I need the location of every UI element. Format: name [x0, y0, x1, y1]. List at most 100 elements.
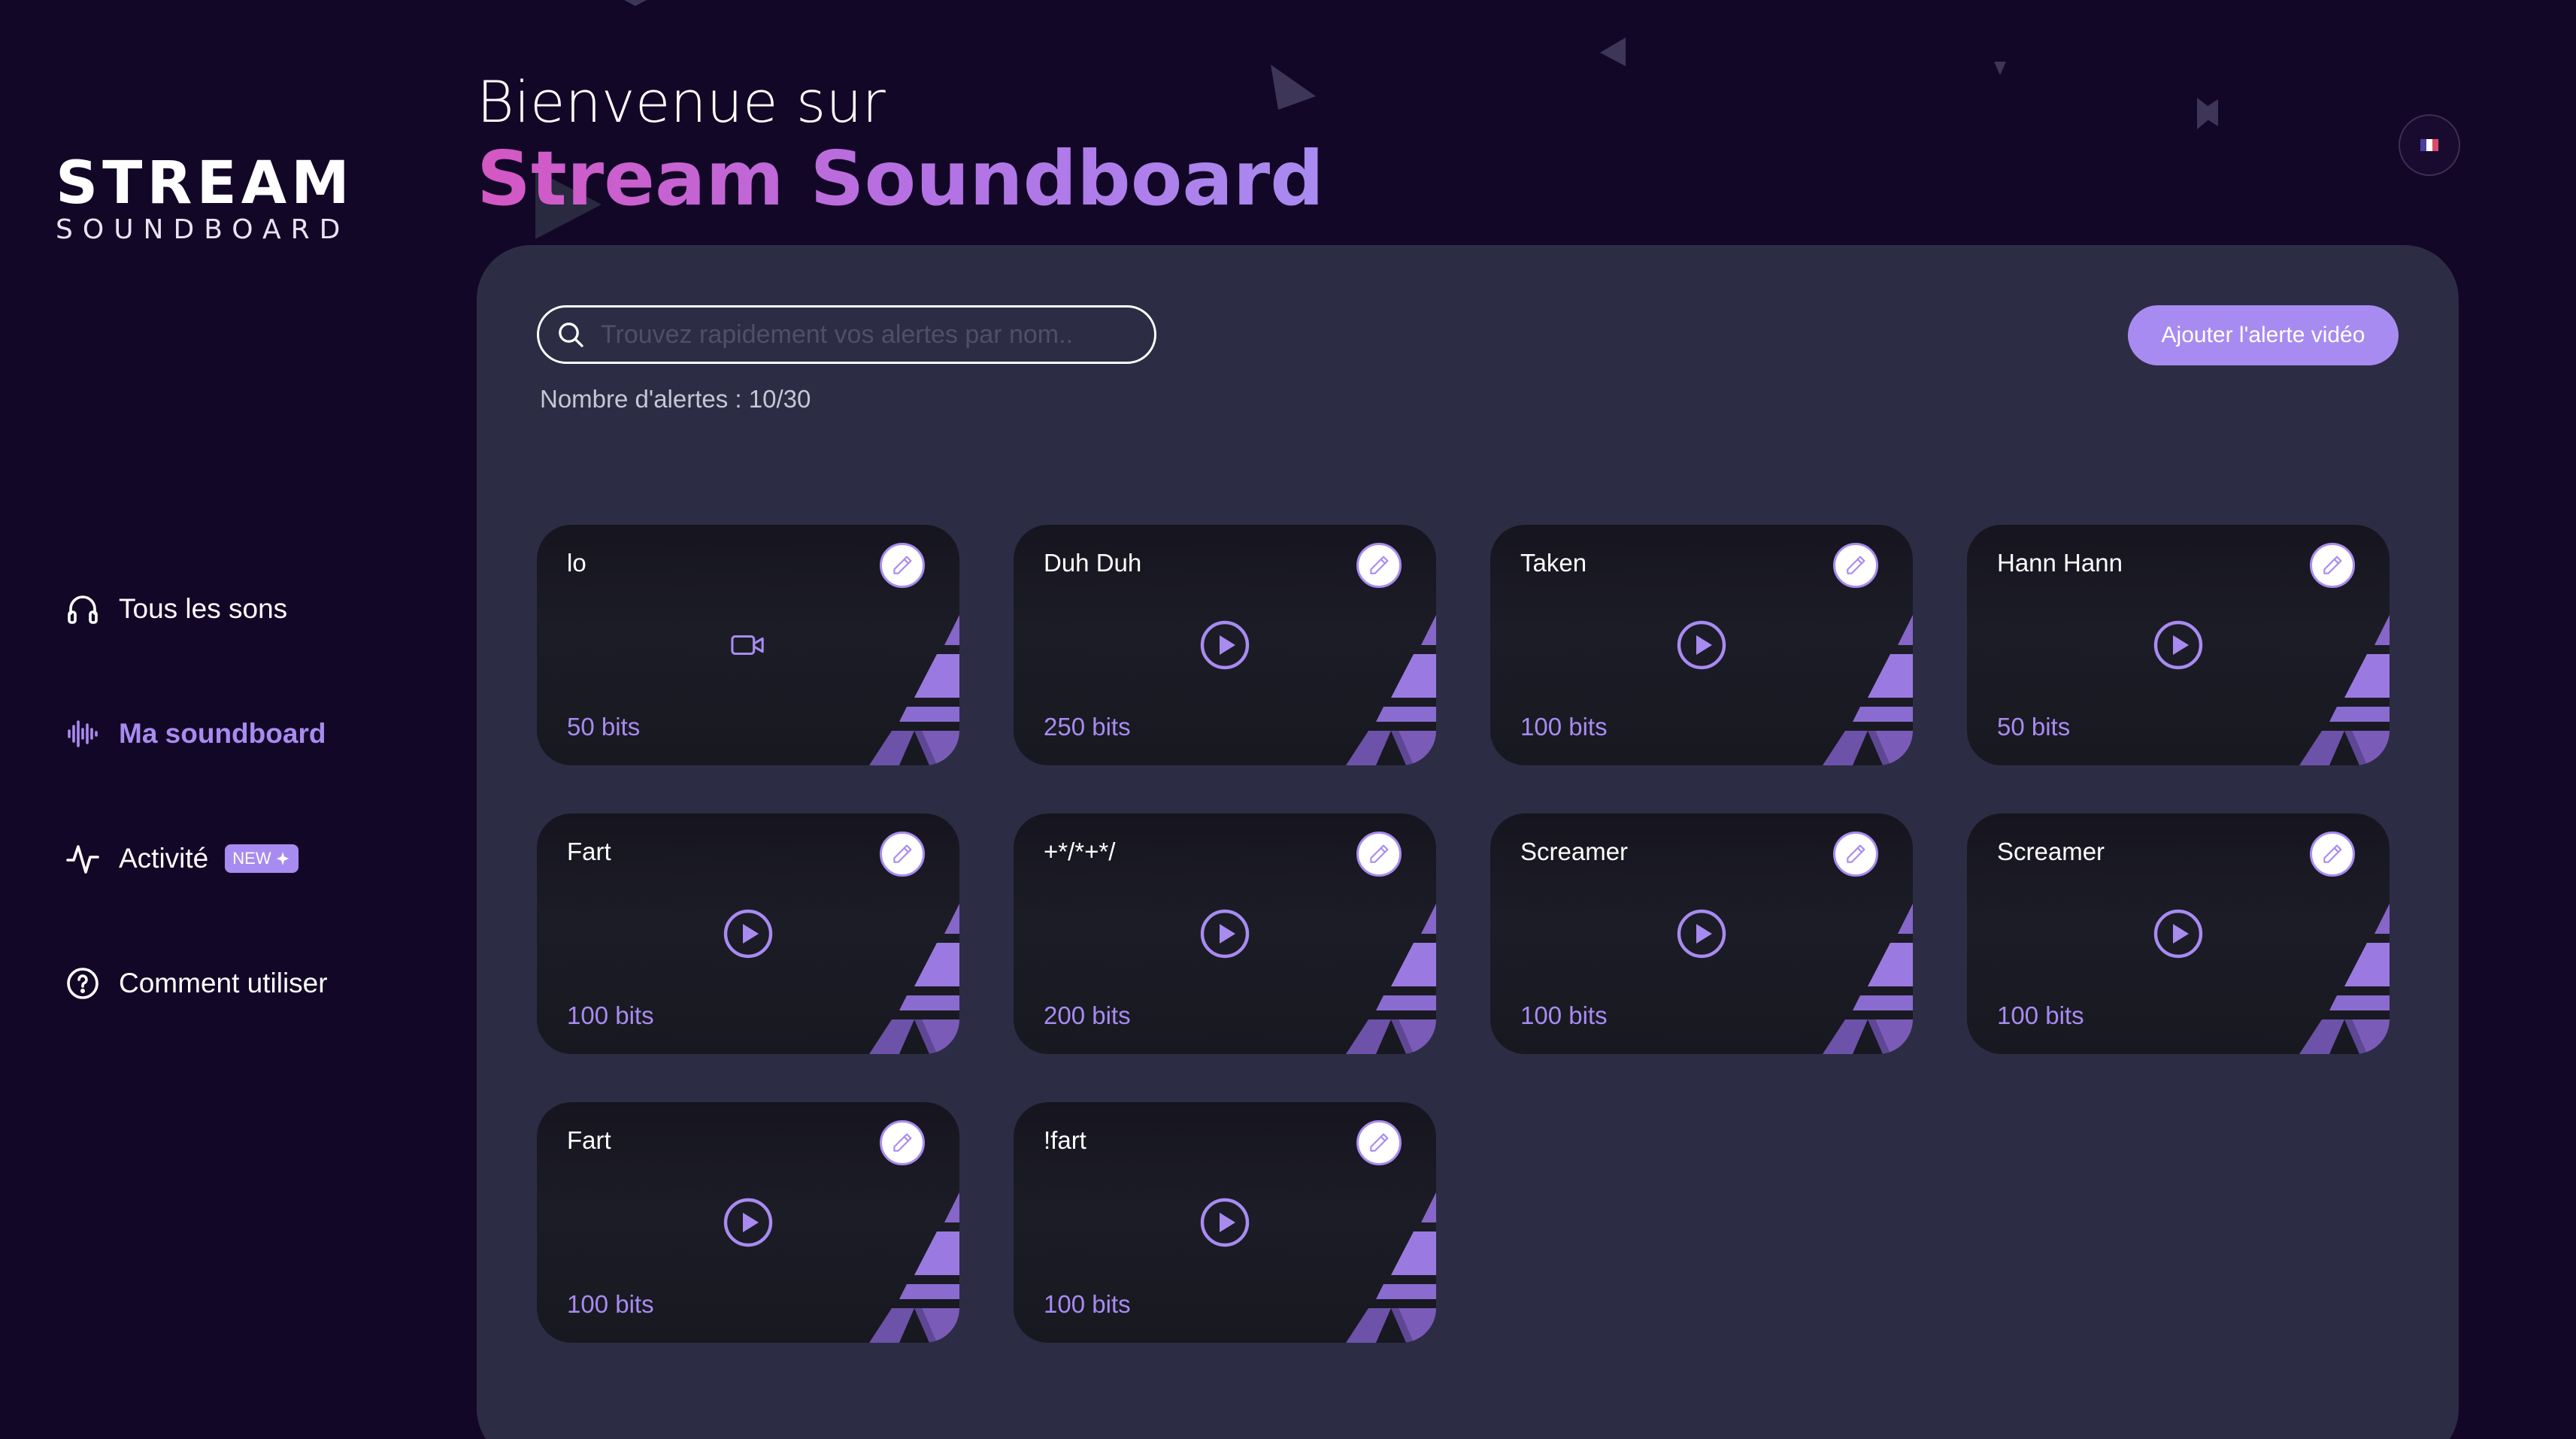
edit-alert-button[interactable]: [2310, 832, 2355, 877]
pencil-icon: [1844, 842, 1868, 866]
decorative-triangles: [1815, 615, 1913, 765]
sidebar: STREAM SOUNDBOARD Tous les sons Ma sound…: [0, 0, 451, 1439]
edit-alert-button[interactable]: [1833, 832, 1878, 877]
pencil-icon: [1367, 553, 1391, 577]
soundwave-logo-icon: [86, 71, 274, 142]
pencil-icon: [890, 1131, 914, 1155]
welcome-text: Bienvenue sur: [477, 68, 886, 135]
alert-name: Screamer: [1520, 838, 1629, 865]
search-input[interactable]: [599, 319, 1129, 350]
pencil-icon: [2320, 842, 2344, 866]
pencil-icon: [890, 553, 914, 577]
new-badge-label: NEW: [232, 849, 271, 868]
play-button[interactable]: [723, 1197, 774, 1248]
alert-name: lo: [567, 549, 586, 577]
edit-alert-button[interactable]: [880, 832, 925, 877]
help-circle-icon: [63, 964, 102, 1003]
edit-alert-button[interactable]: [1356, 1120, 1402, 1165]
alert-name: Screamer: [1997, 838, 2105, 865]
play-button[interactable]: [1676, 908, 1727, 959]
alert-name: Hann Hann: [1997, 549, 2123, 577]
edit-alert-button[interactable]: [1356, 832, 1402, 877]
activity-icon: [63, 839, 102, 878]
language-selector-button[interactable]: [2399, 114, 2460, 176]
soundwave-icon: [63, 714, 102, 753]
sidebar-item-label: Ma soundboard: [119, 718, 326, 749]
decorative-triangles: [1338, 1192, 1436, 1343]
alert-card[interactable]: Taken 100 bits: [1490, 525, 1913, 765]
edit-alert-button[interactable]: [1356, 543, 1402, 588]
logo-subtitle: SOUNDBOARD: [56, 214, 350, 245]
play-button[interactable]: [2153, 620, 2204, 671]
alert-price: 100 bits: [1520, 1001, 1608, 1029]
edit-alert-button[interactable]: [2310, 543, 2355, 588]
brand-title: Stream Soundboard: [477, 135, 1324, 223]
add-video-alert-button[interactable]: Ajouter l'alerte vidéo: [2128, 305, 2399, 365]
decorative-triangles: [862, 615, 959, 765]
play-button[interactable]: [723, 908, 774, 959]
alert-card[interactable]: Screamer 100 bits: [1490, 813, 1913, 1054]
alert-card[interactable]: Fart 100 bits: [537, 813, 959, 1054]
decorative-triangles: [2292, 615, 2390, 765]
alert-name: Duh Duh: [1044, 549, 1142, 577]
alert-card[interactable]: Hann Hann 50 bits: [1967, 525, 2390, 765]
alert-name: +*/*+*/: [1044, 838, 1116, 865]
play-button[interactable]: [1199, 620, 1250, 671]
edit-alert-button[interactable]: [880, 543, 925, 588]
decorative-triangles: [862, 1192, 959, 1343]
decorative-triangles: [1338, 904, 1436, 1054]
stream-soundboard-logo[interactable]: STREAM SOUNDBOARD: [56, 69, 354, 245]
pencil-icon: [890, 842, 914, 866]
alert-card[interactable]: lo 50 bits: [537, 525, 959, 765]
pencil-icon: [1367, 842, 1391, 866]
alert-card[interactable]: +*/*+*/ 200 bits: [1014, 813, 1436, 1054]
sidebar-item-tous-les-sons[interactable]: Tous les sons: [63, 586, 287, 632]
pencil-icon: [2320, 553, 2344, 577]
alert-price: 100 bits: [567, 1001, 654, 1029]
edit-alert-button[interactable]: [1833, 543, 1878, 588]
sparkle-icon: [276, 851, 289, 866]
search-icon: [559, 323, 583, 347]
sidebar-item-ma-soundboard[interactable]: Ma soundboard: [63, 711, 326, 756]
search-bar[interactable]: [537, 305, 1156, 364]
edit-alert-button[interactable]: [880, 1120, 925, 1165]
alert-name: !fart: [1044, 1126, 1086, 1154]
alert-price: 100 bits: [1044, 1290, 1131, 1318]
pencil-icon: [1367, 1131, 1391, 1155]
french-flag-icon: [2420, 139, 2438, 151]
decorative-triangles: [2292, 904, 2390, 1054]
alert-card[interactable]: Duh Duh 250 bits: [1014, 525, 1436, 765]
sidebar-item-label: Activité: [119, 843, 209, 874]
alert-price: 50 bits: [1997, 713, 2071, 741]
alert-card[interactable]: Screamer 100 bits: [1967, 813, 2390, 1054]
alert-price: 250 bits: [1044, 713, 1131, 741]
alert-name: Fart: [567, 838, 611, 865]
new-badge: NEW: [225, 844, 299, 873]
alert-card[interactable]: !fart 100 bits: [1014, 1102, 1436, 1343]
alert-name: Fart: [567, 1126, 611, 1154]
alert-card[interactable]: Fart 100 bits: [537, 1102, 959, 1343]
pencil-icon: [1844, 553, 1868, 577]
logo-title: STREAM: [56, 150, 354, 217]
sidebar-item-label: Comment utiliser: [119, 968, 328, 998]
decorative-triangles: [1815, 904, 1913, 1054]
alert-price: 200 bits: [1044, 1001, 1131, 1029]
video-camera-icon: [723, 620, 774, 671]
alert-price: 50 bits: [567, 713, 641, 741]
sidebar-item-label: Tous les sons: [119, 593, 288, 624]
play-button[interactable]: [1199, 1197, 1250, 1248]
play-button[interactable]: [1199, 908, 1250, 959]
alerts-count: Nombre d'alertes : 10/30: [540, 385, 811, 413]
play-button[interactable]: [1676, 620, 1727, 671]
decorative-triangles: [862, 904, 959, 1054]
app-root: STREAM SOUNDBOARD Tous les sons Ma sound…: [0, 0, 2576, 1439]
headphones-icon: [63, 589, 102, 629]
alert-price: 100 bits: [567, 1290, 654, 1318]
sidebar-item-activite[interactable]: Activité NEW: [63, 836, 299, 881]
alert-price: 100 bits: [1997, 1001, 2084, 1029]
sidebar-item-comment-utiliser[interactable]: Comment utiliser: [63, 961, 328, 1006]
play-button[interactable]: [2153, 908, 2204, 959]
decorative-triangles: [1338, 615, 1436, 765]
main-panel: Nombre d'alertes : 10/30 Ajouter l'alert…: [477, 245, 2459, 1439]
alert-price: 100 bits: [1520, 713, 1608, 741]
